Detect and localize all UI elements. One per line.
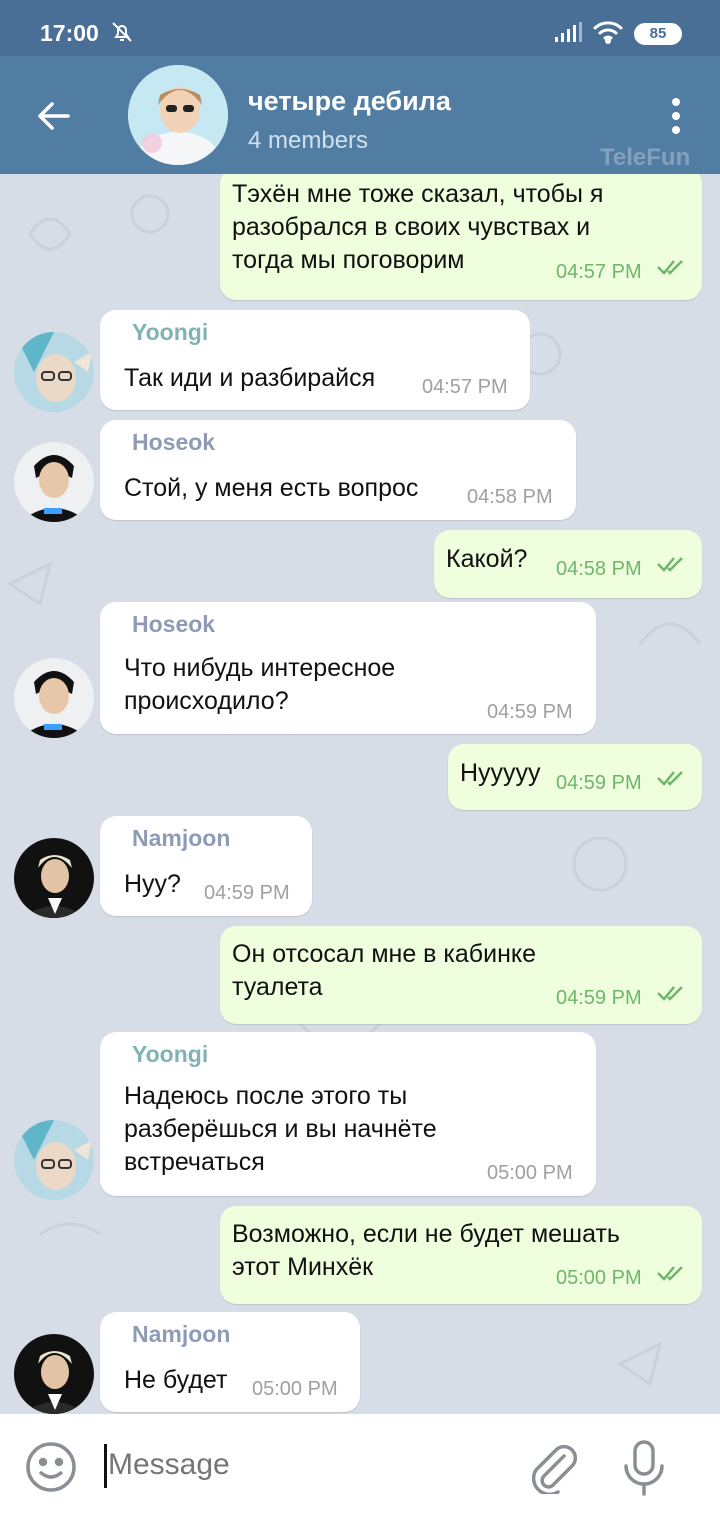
message-time: 04:57 PM [422, 376, 508, 398]
avatar-namjoon[interactable] [14, 838, 94, 918]
group-avatar[interactable] [128, 65, 228, 165]
chat-header: четыре дебила 4 members TeleFun [0, 56, 720, 174]
sender-name[interactable]: Namjoon [132, 822, 230, 855]
sender-name[interactable]: Yoongi [132, 316, 208, 349]
message-text: Он отсосал мне в кабинке туалета [232, 940, 537, 1001]
message-bubble-outgoing[interactable]: Какой? 04:58 PM [434, 530, 702, 598]
emoji-icon[interactable] [24, 1440, 78, 1494]
members-count: 4 members [248, 127, 369, 154]
message-bubble-outgoing[interactable]: Тэхён мне тоже сказал, чтобы я разобрался… [220, 174, 702, 300]
chat-title[interactable]: четыре дебила [248, 86, 451, 117]
read-checkmarks-icon [657, 771, 683, 786]
message-time: 04:59 PM [556, 987, 642, 1009]
read-checkmarks-icon [657, 557, 683, 572]
message-text: Так иди и разбирайся [124, 364, 376, 392]
message-text: Тэхён мне тоже сказал, чтобы я разобрался… [232, 180, 604, 274]
message-text: Надеюсь после этого ты разберёшься и вы н… [124, 1082, 437, 1176]
watermark: TeleFun [600, 144, 691, 171]
notifications-muted-icon [112, 22, 132, 42]
message-time: 04:59 PM [204, 882, 290, 904]
attach-icon[interactable] [524, 1438, 580, 1494]
message-text: Какой? [446, 545, 528, 573]
message-time: 04:57 PM [556, 261, 642, 283]
status-bar: 17:00 85 [0, 0, 720, 56]
message-time: 04:59 PM [487, 701, 573, 723]
chat-messages[interactable]: Тэхён мне тоже сказал, чтобы я разобрался… [0, 174, 720, 1414]
message-input[interactable] [108, 1448, 488, 1482]
battery-indicator: 85 [634, 23, 682, 45]
sender-name[interactable]: Namjoon [132, 1318, 230, 1351]
signal-icon [555, 22, 582, 42]
wifi-icon [593, 21, 623, 44]
read-checkmarks-icon [657, 986, 683, 1001]
avatar-hoseok[interactable] [14, 658, 94, 738]
message-text: Нуу? [124, 870, 181, 898]
message-time: 05:00 PM [487, 1162, 573, 1184]
read-checkmarks-icon [657, 1266, 683, 1281]
avatar-yoongi[interactable] [14, 1120, 94, 1200]
message-input-bar [0, 1414, 720, 1520]
message-bubble-incoming[interactable]: Namjoon Не будет 05:00 PM [100, 1312, 360, 1412]
message-bubble-incoming[interactable]: Hoseok Что нибудь интересное происходило?… [100, 602, 596, 734]
read-checkmarks-icon [657, 260, 683, 275]
avatar-namjoon[interactable] [14, 1334, 94, 1414]
message-text: Стой, у меня есть вопрос [124, 474, 419, 502]
message-bubble-incoming[interactable]: Namjoon Нуу? 04:59 PM [100, 816, 312, 916]
avatar-hoseok[interactable] [14, 442, 94, 522]
sender-name[interactable]: Yoongi [132, 1038, 208, 1071]
message-text: Нууууу [460, 759, 541, 787]
more-options-icon[interactable] [664, 94, 688, 138]
microphone-icon[interactable] [616, 1438, 672, 1498]
sender-name[interactable]: Hoseok [132, 426, 215, 459]
message-time: 04:58 PM [556, 558, 642, 580]
status-time: 17:00 [40, 20, 99, 46]
message-text: Не будет [124, 1366, 228, 1394]
message-text: Что нибудь интересное происходило? [124, 654, 396, 715]
message-time: 04:58 PM [467, 486, 553, 508]
message-bubble-outgoing[interactable]: Он отсосал мне в кабинке туалета 04:59 PM [220, 926, 702, 1024]
message-bubble-outgoing[interactable]: Нууууу 04:59 PM [448, 744, 702, 810]
avatar-yoongi[interactable] [14, 332, 94, 412]
sender-name[interactable]: Hoseok [132, 608, 215, 641]
back-arrow-icon[interactable] [34, 96, 74, 136]
message-time: 05:00 PM [556, 1267, 642, 1289]
text-cursor [104, 1444, 107, 1488]
message-bubble-incoming[interactable]: Hoseok Стой, у меня есть вопрос 04:58 PM [100, 420, 576, 520]
message-bubble-outgoing[interactable]: Возможно, если не будет мешать этот Минхё… [220, 1206, 702, 1304]
message-time: 04:59 PM [556, 772, 642, 794]
message-bubble-incoming[interactable]: Yoongi Надеюсь после этого ты разберёшься… [100, 1032, 596, 1196]
message-bubble-incoming[interactable]: Yoongi Так иди и разбирайся 04:57 PM [100, 310, 530, 410]
message-time: 05:00 PM [252, 1378, 338, 1400]
